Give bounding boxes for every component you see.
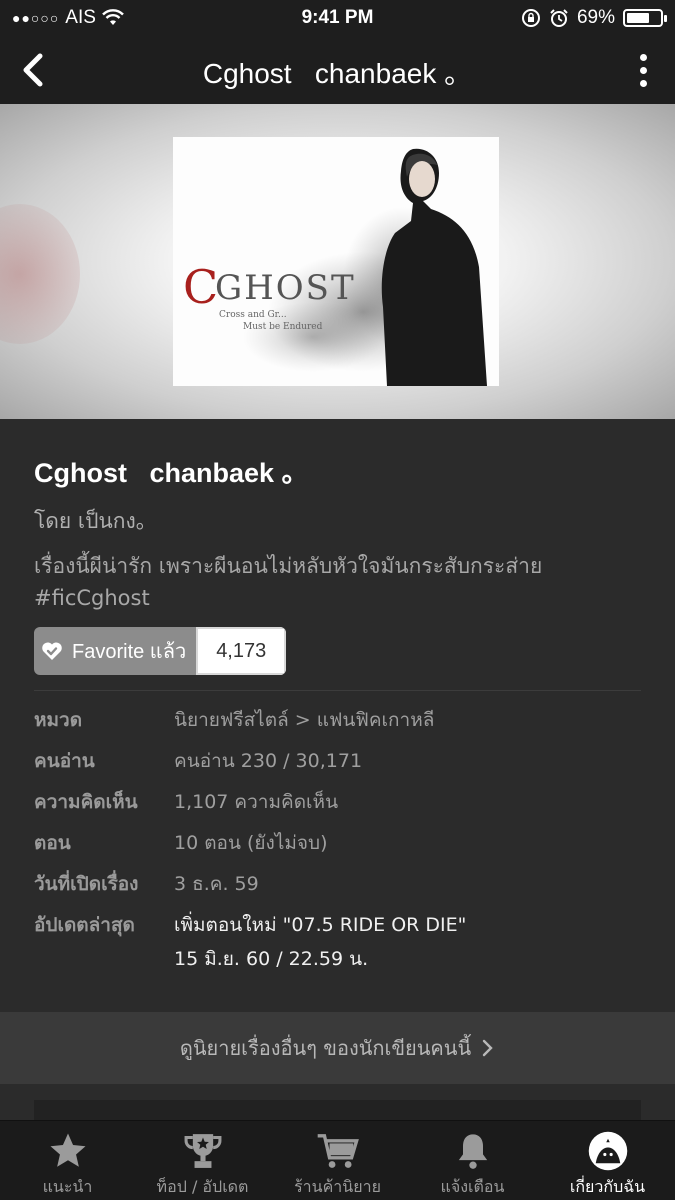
next-section-peek [0,1084,675,1120]
meta-key: หมวด [34,709,83,731]
tab-notifications[interactable]: แจ้งเตือน [405,1121,540,1200]
meta-key: ตอน [34,832,71,854]
svg-text:Cross and Gr...: Cross and Gr... [219,310,287,320]
meta-value: 3 ธ.ค. 59 [174,873,259,895]
tab-bar: แนะนำ ท็อป / อัปเดต ร้านค้านิยาย แจ้งเตื… [0,1120,675,1200]
svg-text:C: C [183,260,218,314]
meta-comments: ความคิดเห็น 1,107 ความคิดเห็น [34,791,654,813]
meta-key: คนอ่าน [34,750,95,772]
meta-value: คนอ่าน 230 / 30,171 [174,750,363,772]
chevron-left-icon [23,53,43,87]
more-vertical-icon [635,54,651,87]
tab-label: เกี่ยวกับฉัน [569,1177,646,1196]
story-title: Cghost chanbaek 。 [34,458,309,488]
nav-title: Cghost chanbaek 。 [202,58,473,89]
favorite-button[interactable]: Favorite แล้ว [34,627,197,675]
story-author[interactable]: โดย เป็นกง。 [34,505,157,538]
trophy-icon [184,1134,221,1168]
tab-store[interactable]: ร้านค้านิยาย [270,1121,405,1200]
more-by-author-button[interactable]: ดูนิยายเรื่องอื่นๆ ของนักเขียนคนนี้ [0,1012,675,1084]
cover-image[interactable]: C GHOST Cross and Gr... Must be Endured [173,137,499,386]
meta-readers: คนอ่าน คนอ่าน 230 / 30,171 [34,750,654,772]
nav-bar: Cghost chanbaek 。 [0,36,675,104]
meta-last-update: อัปเดตล่าสุด เพิ่มตอนใหม่ "07.5 RIDE OR … [34,914,654,976]
tab-top-update[interactable]: ท็อป / อัปเดต [135,1121,270,1200]
meta-value[interactable]: เพิ่มตอนใหม่ "07.5 RIDE OR DIE" 15 มิ.ย.… [174,908,466,976]
status-bar: ●●○○○ AIS 9:41 PM 69% [0,0,675,36]
tab-label: แจ้งเตือน [440,1177,505,1196]
tab-about-me[interactable]: เกี่ยวกับฉัน [540,1121,675,1200]
last-update-time: 15 มิ.ย. 60 / 22.59 น. [174,948,369,970]
divider [34,690,641,691]
rotation-lock-icon [521,9,540,27]
star-icon [50,1133,85,1167]
story-meta: หมวด นิยายฟรีสไตล์ > แฟนฟิคเกาหลี คนอ่าน… [34,709,654,995]
tab-label: แนะนำ [42,1177,93,1196]
favorite-widget: Favorite แล้ว 4,173 [34,627,287,675]
cover-artwork: C GHOST Cross and Gr... Must be Endured [173,137,499,386]
avatar-icon [588,1131,627,1171]
meta-key: วันที่เปิดเรื่อง [34,873,139,895]
battery-fill [627,13,649,23]
meta-category: หมวด นิยายฟรีสไตล์ > แฟนฟิคเกาหลี [34,709,654,731]
meta-value[interactable]: นิยายฟรีสไตล์ > แฟนฟิคเกาหลี [174,709,434,731]
tab-recommend[interactable]: แนะนำ [0,1121,135,1200]
tab-label: ท็อป / อัปเดต [156,1177,249,1196]
last-update-chapter: เพิ่มตอนใหม่ "07.5 RIDE OR DIE" [174,914,467,936]
cover-banner: C GHOST Cross and Gr... Must be Endured [0,104,675,419]
battery-icon [623,9,667,27]
meta-key: ความคิดเห็น [34,791,138,813]
battery-percent: 69% [576,7,615,28]
more-by-author-label: ดูนิยายเรื่องอื่นๆ ของนักเขียนคนนี้ [179,1036,472,1060]
meta-key: อัปเดตล่าสุด [34,914,135,936]
favorite-count: 4,173 [196,627,287,675]
story-info: Cghost chanbaek 。 โดย เป็นกง。 เรื่องนี้ผ… [0,419,675,1011]
status-right: 69% [521,7,667,29]
chevron-right-icon [482,1039,493,1057]
svg-text:Must be Endured: Must be Endured [243,322,323,332]
more-menu-button[interactable] [635,50,651,90]
favorite-label: Favorite แล้ว [72,641,187,663]
bell-icon [458,1134,487,1169]
heart-check-icon [42,642,62,660]
meta-value: 1,107 ความคิดเห็น [174,791,339,813]
tab-label: ร้านค้านิยาย [294,1177,381,1196]
back-button[interactable] [14,48,54,92]
meta-value: 10 ตอน (ยังไม่จบ) [174,832,328,854]
alarm-icon [550,9,568,27]
meta-chapters: ตอน 10 ตอน (ยังไม่จบ) [34,832,654,854]
cart-icon [317,1134,359,1168]
story-description: เรื่องนี้ผีน่ารัก เพราะผีนอนไม่หลับหัวใจ… [34,554,543,610]
svg-text:GHOST: GHOST [215,268,356,308]
meta-start-date: วันที่เปิดเรื่อง 3 ธ.ค. 59 [34,873,654,895]
